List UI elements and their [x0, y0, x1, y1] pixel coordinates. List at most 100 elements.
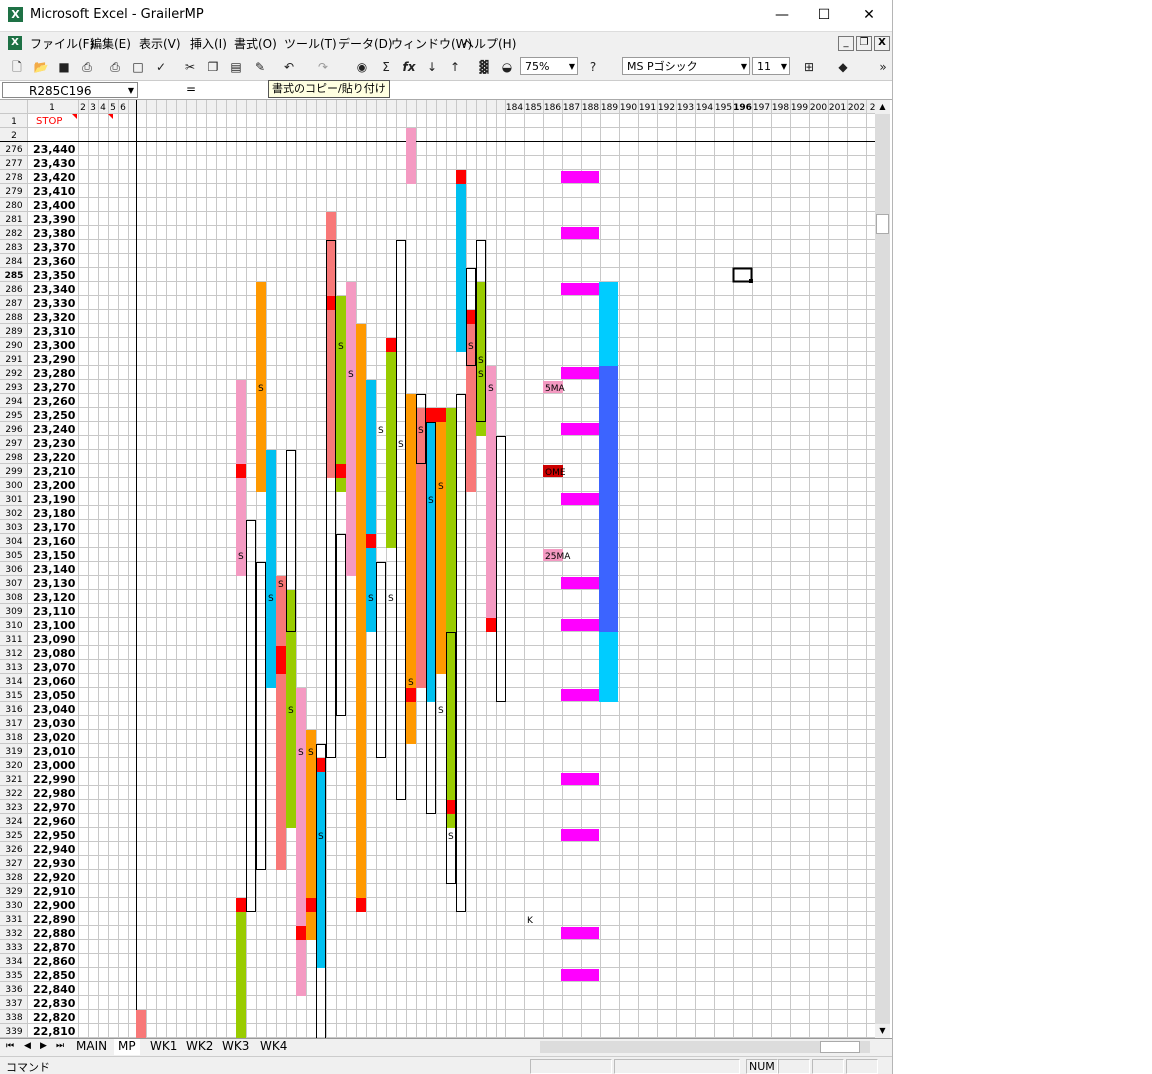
minimize-button[interactable]: — — [770, 6, 794, 24]
fill-color-icon[interactable]: ◆ — [834, 58, 852, 76]
doc-minimize-button[interactable]: _ — [838, 36, 854, 51]
start-marker: S — [488, 384, 494, 394]
magenta-bar — [561, 829, 599, 841]
menu-data[interactable]: データ(D) — [338, 35, 393, 52]
row-header: 294 — [5, 397, 22, 407]
hscroll-thumb[interactable] — [820, 1041, 860, 1053]
menu-help[interactable]: ヘルプ(H) — [462, 35, 516, 52]
tab-wk1[interactable]: WK1 — [146, 1039, 181, 1055]
cut-icon[interactable]: ✂ — [181, 58, 199, 76]
scroll-down-icon[interactable]: ▼ — [875, 1024, 890, 1038]
menu-format[interactable]: 書式(O) — [234, 35, 277, 52]
worksheet-grid[interactable]: 1 2 3 4 5 6 184 185 186 187 188 189 190 191 192 193 194 1… — [0, 100, 875, 1038]
price-cell: 23,020 — [33, 731, 76, 744]
print-icon[interactable]: ⎙ — [106, 58, 124, 76]
standard-toolbar: 🗋 📂 ■ ⎙ ⎙ □ ✓ ✂ ❐ ▤ ✎ ↶ ↷ ◉ Σ fx ↓ ↑ ▓ ◒… — [0, 54, 892, 81]
toolbar-options-icon[interactable]: » — [874, 58, 892, 76]
zoom-select[interactable]: 75% ▼ — [520, 57, 578, 75]
status-pane-4 — [778, 1059, 810, 1074]
sort-ascending-icon[interactable]: ↓ — [423, 58, 441, 76]
prev-sheet-icon[interactable]: ◀ — [20, 1039, 35, 1055]
next-sheet-icon[interactable]: ▶ — [36, 1039, 51, 1055]
scroll-up-icon[interactable]: ▲ — [875, 100, 890, 114]
first-sheet-icon[interactable]: ⏮ — [2, 1039, 18, 1055]
tab-main[interactable]: MAIN — [72, 1039, 111, 1055]
scroll-thumb[interactable] — [876, 214, 889, 234]
tab-mp[interactable]: MP — [114, 1039, 140, 1055]
function-icon[interactable]: fx — [400, 58, 418, 76]
col-header: 189 — [601, 103, 618, 113]
doc-close-button[interactable]: X — [874, 36, 890, 51]
row-header: 278 — [5, 173, 22, 183]
spelling-icon[interactable]: ✓ — [152, 58, 170, 76]
row-header: 331 — [5, 915, 22, 925]
menu-file[interactable]: ファイル(F) — [30, 35, 94, 52]
magenta-bar — [561, 283, 599, 295]
price-cell: 23,120 — [33, 591, 76, 604]
copy-icon[interactable]: ❐ — [204, 58, 222, 76]
drawing-icon[interactable]: ◒ — [498, 58, 516, 76]
price-cell: 23,100 — [33, 619, 76, 632]
new-icon[interactable]: 🗋 — [8, 58, 26, 76]
row-header: 1 — [11, 117, 17, 127]
start-marker: S — [468, 342, 474, 352]
name-box[interactable]: R285C196 ▼ — [2, 82, 138, 98]
menu-edit[interactable]: 編集(E) — [90, 35, 131, 52]
col-header: 199 — [791, 103, 808, 113]
open-icon[interactable]: 📂 — [32, 58, 50, 76]
tpo-block — [276, 576, 286, 870]
row-header: 297 — [5, 439, 22, 449]
edit-formula-button[interactable]: = — [186, 82, 196, 96]
price-cell: 22,940 — [33, 843, 76, 856]
price-cell: 22,840 — [33, 983, 76, 996]
borders-icon[interactable]: ⊞ — [800, 58, 818, 76]
autosum-icon[interactable]: Σ — [377, 58, 395, 76]
row-header: 314 — [5, 677, 22, 687]
font-size-select[interactable]: 11 ▼ — [752, 57, 790, 75]
tab-wk2[interactable]: WK2 — [182, 1039, 217, 1055]
price-cell: 23,200 — [33, 479, 76, 492]
undo-icon[interactable]: ↶ — [280, 58, 298, 76]
menu-window[interactable]: ウィンドウ(W) — [391, 35, 472, 52]
hyperlink-icon[interactable]: ◉ — [353, 58, 371, 76]
price-cell: 22,810 — [33, 1025, 76, 1038]
print-setup-icon[interactable]: ⎙ — [78, 58, 96, 76]
help-icon[interactable]: ? — [584, 58, 602, 76]
maximize-button[interactable]: ☐ — [812, 6, 836, 24]
format-painter-icon[interactable]: ✎ — [251, 58, 269, 76]
tpo-block — [406, 128, 416, 184]
tpo-block — [236, 464, 246, 478]
price-cell: 23,290 — [33, 353, 76, 366]
document-icon[interactable]: X — [8, 36, 22, 50]
price-cell: 23,310 — [33, 325, 76, 338]
menu-view[interactable]: 表示(V) — [139, 35, 181, 52]
tpo-outline — [456, 394, 466, 912]
chart-wizard-icon[interactable]: ▓ — [475, 58, 493, 76]
sort-descending-icon[interactable]: ↑ — [446, 58, 464, 76]
menu-insert[interactable]: 挿入(I) — [190, 35, 227, 52]
doc-restore-button[interactable]: ❐ — [856, 36, 872, 51]
tab-wk4[interactable]: WK4 — [256, 1039, 291, 1055]
row-header: 305 — [5, 551, 22, 561]
price-cell: 23,060 — [33, 675, 76, 688]
paste-icon[interactable]: ▤ — [227, 58, 245, 76]
price-cell: 23,000 — [33, 759, 76, 772]
price-cell: 23,030 — [33, 717, 76, 730]
save-icon[interactable]: ■ — [55, 58, 73, 76]
value-area-core — [599, 366, 618, 632]
price-cell: 23,360 — [33, 255, 76, 268]
horizontal-scrollbar[interactable] — [540, 1041, 870, 1053]
last-sheet-icon[interactable]: ⏭ — [52, 1039, 68, 1055]
price-cell: 23,070 — [33, 661, 76, 674]
close-button[interactable]: ✕ — [857, 6, 881, 24]
tab-wk3[interactable]: WK3 — [218, 1039, 253, 1055]
redo-icon[interactable]: ↷ — [314, 58, 332, 76]
menu-tools[interactable]: ツール(T) — [284, 35, 337, 52]
col-header: 192 — [658, 103, 675, 113]
print-preview-icon[interactable]: □ — [129, 58, 147, 76]
vertical-scrollbar[interactable]: ▲ ▼ — [875, 100, 890, 1038]
font-name-select[interactable]: MS Pゴシック ▼ — [622, 57, 750, 75]
col-header: 186 — [544, 103, 561, 113]
row-header: 337 — [5, 999, 22, 1009]
row-header: 326 — [5, 845, 22, 855]
